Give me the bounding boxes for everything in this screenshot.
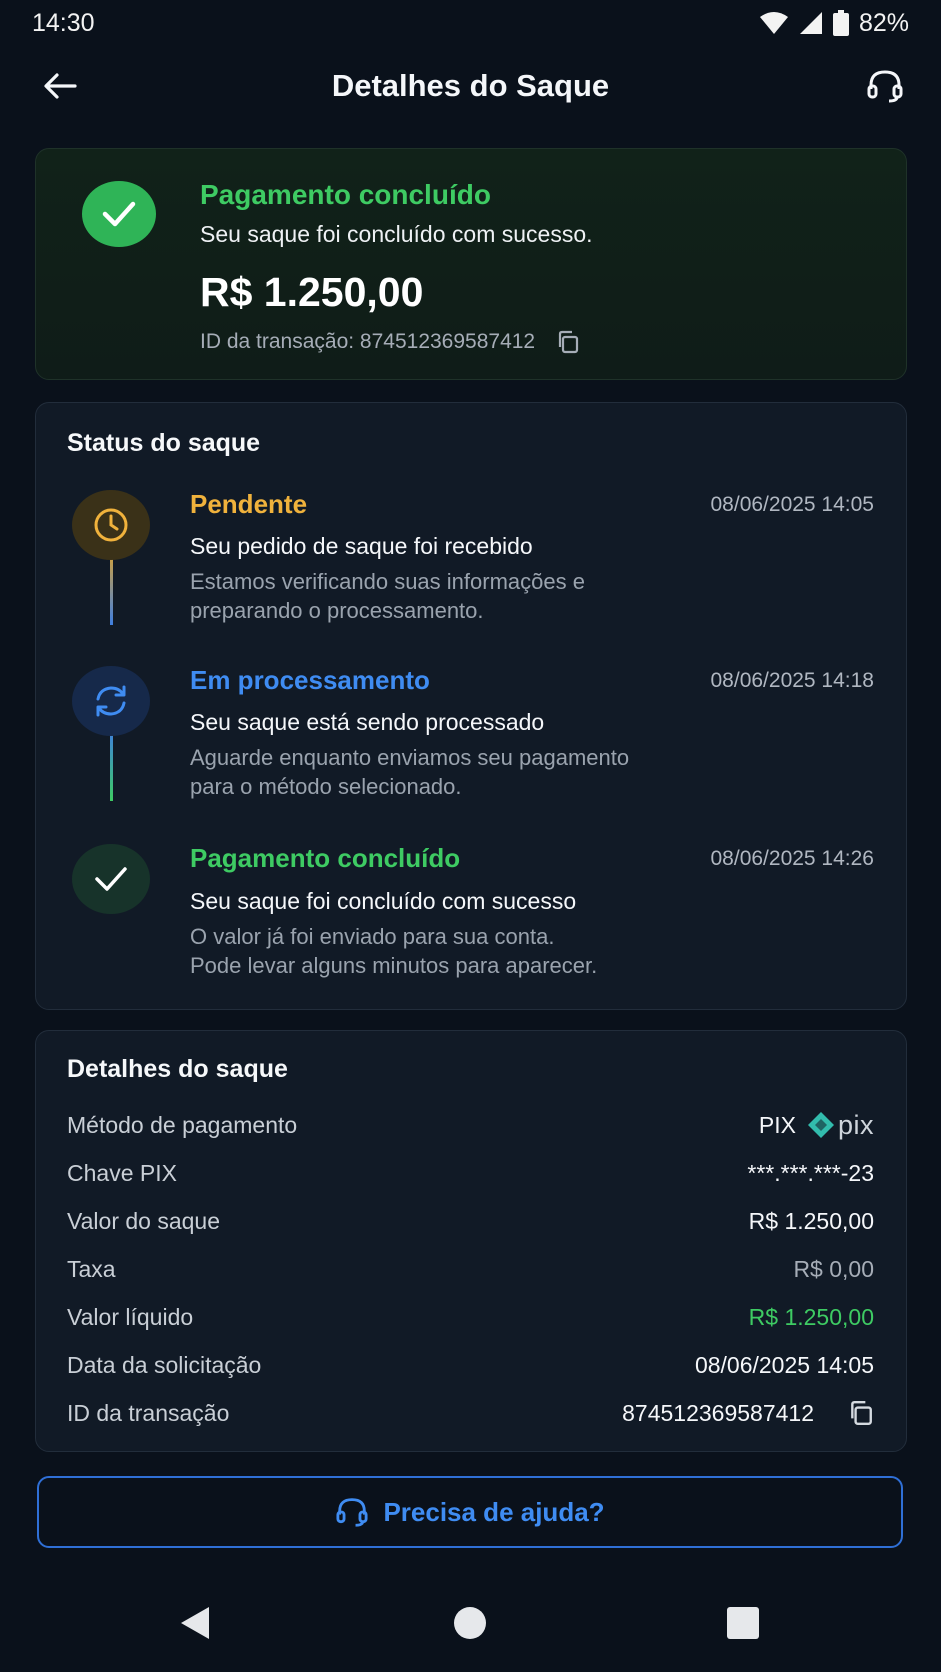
step-description: Estamos verificando suas informações e p… [190,567,750,625]
pix-wordmark: pix [837,1109,874,1140]
help-button[interactable]: Precisa de ajuda? [37,1476,903,1548]
step-description: O valor já foi enviado para sua conta. P… [190,922,750,980]
step-description: Aguarde enquanto enviamos seu pagamento … [190,743,750,801]
detail-row-request-date: Data da solicitação 08/06/2025 14:05 [67,1347,874,1383]
detail-row-payment-method: Método de pagamento PIX pix [67,1107,874,1143]
detail-value: 08/06/2025 14:05 [694,1351,874,1378]
nav-home-button[interactable] [440,1598,500,1648]
withdrawal-amount: R$ 1.250,00 [200,269,424,315]
detail-label: Data da solicitação [67,1351,262,1378]
success-subtitle: Seu saque foi concluído com sucesso. [200,221,593,247]
check-circle-icon [82,181,156,247]
nav-back-button[interactable] [165,1598,225,1648]
status-card: Status do saque Pendente 08/06/2025 14:0… [35,402,907,1010]
back-button[interactable] [40,68,80,104]
headset-icon [336,1498,368,1527]
status-time: 14:30 [32,8,95,37]
copy-icon[interactable] [848,1400,874,1426]
detail-label: Valor líquido [67,1303,194,1330]
nav-recents-button[interactable] [713,1598,773,1648]
detail-label: Valor do saque [67,1207,221,1234]
app-bar: Detalhes do Saque [0,58,941,114]
step-description-line: preparando o processamento. [190,598,484,623]
battery-icon [832,10,849,36]
refresh-icon [72,666,150,736]
details-card: Detalhes do saque Método de pagamento PI… [35,1030,907,1452]
step-title: Em processamento [190,665,430,695]
detail-value: 874512369587412 [622,1400,874,1427]
detail-row-fee: Taxa R$ 0,00 [67,1251,874,1287]
detail-row-amount: Valor do saque R$ 1.250,00 [67,1203,874,1239]
details-heading: Detalhes do saque [67,1055,288,1083]
system-nav-bar [0,1590,941,1660]
detail-row-net-amount: Valor líquido R$ 1.250,00 [67,1299,874,1335]
timeline-connector [110,553,113,625]
detail-value: R$ 1.250,00 [748,1207,874,1234]
help-button-label: Precisa de ajuda? [383,1496,605,1527]
step-description-line: Estamos verificando suas informações e [190,569,585,594]
transaction-id: ID da transação: 874512369587412 [200,329,581,355]
wifi-icon [759,11,789,35]
pix-logo: pix [806,1110,874,1141]
step-description-line: Pode levar alguns minutos para aparecer. [190,953,598,978]
pix-diamond-icon [807,1112,834,1138]
step-headline: Seu saque está sendo processado [190,709,545,735]
detail-value: R$ 0,00 [793,1255,874,1282]
detail-row-transaction-id: ID da transação 874512369587412 [67,1395,874,1431]
square-recents-icon [727,1607,759,1639]
detail-label: Método de pagamento [67,1111,298,1138]
detail-value: R$ 1.250,00 [748,1303,874,1330]
signal-icon [799,11,823,35]
step-description-line: Aguarde enquanto enviamos seu pagamento [190,745,630,770]
step-title: Pagamento concluído [190,843,461,873]
check-icon [72,844,150,914]
step-date: 08/06/2025 14:18 [710,669,875,692]
detail-row-pix-key: Chave PIX ***.***.***-23 [67,1155,874,1191]
status-heading: Status do saque [67,429,261,457]
clock-icon [72,490,150,560]
page-title: Detalhes do Saque [331,68,610,103]
transaction-id-value: 874512369587412 [622,1399,814,1426]
step-description-line: para o método selecionado. [190,774,462,799]
success-title: Pagamento concluído [200,179,491,210]
triangle-back-icon [181,1607,209,1639]
step-date: 08/06/2025 14:05 [710,493,875,516]
support-button[interactable] [863,66,907,106]
detail-value: PIX pix [759,1110,874,1141]
success-card: Pagamento concluído Seu saque foi conclu… [35,148,907,380]
circle-home-icon [454,1607,486,1639]
step-title: Pendente [190,489,308,519]
detail-value: ***.***.***-23 [747,1159,874,1186]
step-description-line: O valor já foi enviado para sua conta. [190,924,555,949]
step-headline: Seu saque foi concluído com sucesso [190,888,577,914]
status-bar: 14:30 82% [0,0,941,46]
transaction-id-text: ID da transação: 874512369587412 [200,330,536,353]
battery-percent: 82% [858,8,909,37]
detail-label: ID da transação [67,1399,230,1426]
status-icons: 82% [759,9,909,38]
detail-label: Chave PIX [67,1159,177,1186]
timeline-connector [110,729,113,801]
step-date: 08/06/2025 14:26 [710,847,875,870]
step-headline: Seu pedido de saque foi recebido [190,533,533,559]
detail-label: Taxa [67,1255,116,1282]
payment-method-value: PIX [758,1111,796,1138]
copy-icon[interactable] [555,329,581,355]
headset-icon [867,70,903,103]
arrow-left-icon [44,73,77,99]
